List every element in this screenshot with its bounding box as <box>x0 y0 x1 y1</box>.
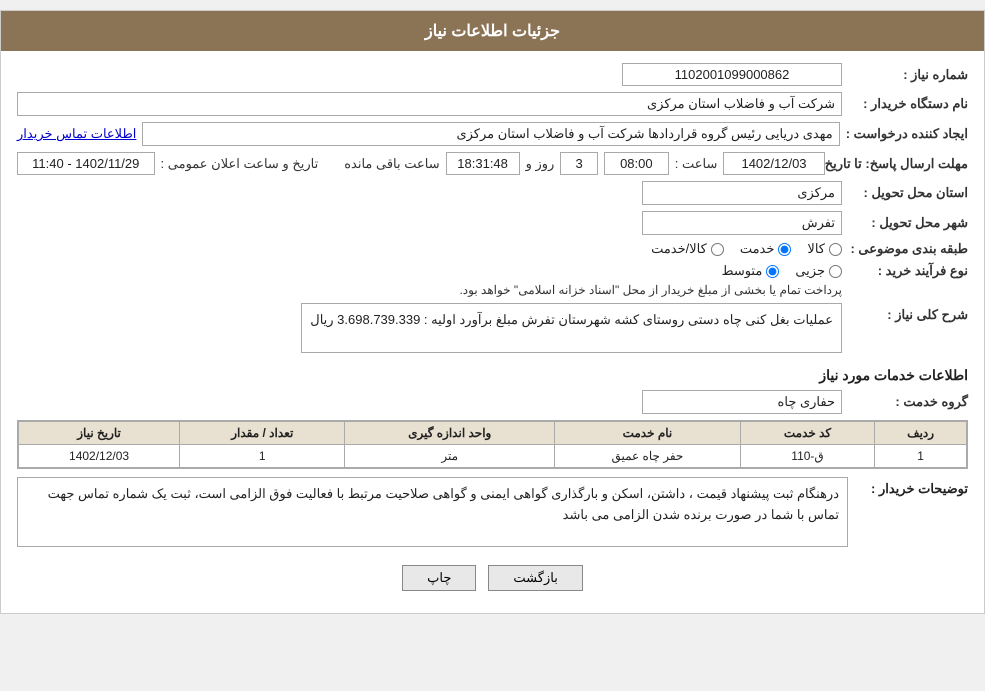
baghimande-label: ساعت باقی مانده <box>344 156 439 172</box>
cell-kod: ق-110 <box>740 445 874 468</box>
mohlat-label: مهلت ارسال پاسخ: تا تاریخ : <box>831 156 968 172</box>
page-wrapper: جزئیات اطلاعات نیاز شماره نیاز : 1102001… <box>0 10 985 614</box>
radio-jozei-label: جزیی <box>795 263 825 279</box>
col-vahed: واحد اندازه گیری <box>345 422 555 445</box>
ostan-label: استان محل تحویل : <box>848 185 968 201</box>
radio-kala-khadamat-input[interactable] <box>711 243 724 256</box>
cell-nam: حفر چاه عمیق <box>555 445 741 468</box>
farayand-note: پرداخت تمام یا بخشی از مبلغ خریدار از مح… <box>17 283 842 297</box>
table-row: 1 ق-110 حفر چاه عمیق متر 1 1402/12/03 <box>19 445 967 468</box>
row-noe-farayand: نوع فرآیند خرید : جزیی متوسط پرداخت تمام… <box>17 263 968 297</box>
row-ostan: استان محل تحویل : مرکزی <box>17 181 968 205</box>
row-eijadkonande: ایجاد کننده درخواست : مهدی دریایی رئیس گ… <box>17 122 968 146</box>
row-namdastgah: نام دستگاه خریدار : شرکت آب و فاضلاب است… <box>17 92 968 116</box>
radio-motevaset-label: متوسط <box>721 263 762 279</box>
tarikh-elan-field: 1402/11/29 - 11:40 <box>17 152 155 175</box>
col-kod: کد خدمت <box>740 422 874 445</box>
noe-farayand-label: نوع فرآیند خرید : <box>848 263 968 279</box>
services-table: ردیف کد خدمت نام خدمت واحد اندازه گیری ت… <box>18 421 967 468</box>
row-shomare-niaz: شماره نیاز : 1102001099000862 <box>17 63 968 86</box>
radio-motevaset-input[interactable] <box>766 265 779 278</box>
tarikh-elan-label: تاریخ و ساعت اعلان عمومی : <box>161 156 319 172</box>
row-sharh: شرح کلی نیاز : عملیات بغل کنی چاه دستی ر… <box>17 303 968 357</box>
ostan-field: مرکزی <box>642 181 842 205</box>
saat-label: ساعت : <box>675 156 718 172</box>
row-mohlat: مهلت ارسال پاسخ: تا تاریخ : 1402/12/03 س… <box>17 152 968 175</box>
tozihat-label: توضیحات خریدار : <box>848 477 968 497</box>
radio-kala-khadamat-label: کالا/خدمت <box>651 241 707 257</box>
roz-label: روز و <box>526 156 555 172</box>
table-header-row: ردیف کد خدمت نام خدمت واحد اندازه گیری ت… <box>19 422 967 445</box>
services-table-container: ردیف کد خدمت نام خدمت واحد اندازه گیری ت… <box>17 420 968 469</box>
baghimande-time-field: 18:31:48 <box>446 152 520 175</box>
sharh-field: عملیات بغل کنی چاه دستی روستای کشه شهرست… <box>301 303 842 353</box>
button-row: بازگشت چاپ <box>17 565 968 591</box>
goroh-label: گروه خدمت : <box>848 394 968 410</box>
col-tarikh: تاریخ نیاز <box>19 422 180 445</box>
col-radif: ردیف <box>875 422 967 445</box>
row-tozihat: توضیحات خریدار : درهنگام ثبت پیشنهاد قیم… <box>17 477 968 551</box>
radio-khadamat-input[interactable] <box>778 243 791 256</box>
cell-radif: 1 <box>875 445 967 468</box>
tozihat-field: درهنگام ثبت پیشنهاد قیمت ، داشتن، اسکن و… <box>17 477 848 547</box>
khadamat-section-title: اطلاعات خدمات مورد نیاز <box>17 367 968 384</box>
radio-kala-label: کالا <box>807 241 825 257</box>
row-tabaqe: طبقه بندی موضوعی : کالا خدمت کالا/خدمت <box>17 241 968 257</box>
goroh-field: حفاری چاه <box>642 390 842 414</box>
eijadkonande-label: ایجاد کننده درخواست : <box>846 126 968 142</box>
page-title: جزئیات اطلاعات نیاز <box>425 23 560 40</box>
shahr-field: تفرش <box>642 211 842 235</box>
radio-kala-input[interactable] <box>829 243 842 256</box>
col-nam: نام خدمت <box>555 422 741 445</box>
page-header: جزئیات اطلاعات نیاز <box>1 11 984 51</box>
roz-field: 3 <box>560 152 598 175</box>
row-goroh: گروه خدمت : حفاری چاه <box>17 390 968 414</box>
sharh-label: شرح کلی نیاز : <box>848 303 968 323</box>
namdastgah-label: نام دستگاه خریدار : <box>848 96 968 112</box>
content: شماره نیاز : 1102001099000862 نام دستگاه… <box>1 51 984 613</box>
shomare-niaz-field: 1102001099000862 <box>622 63 842 86</box>
tabaqe-radio-group: کالا خدمت کالا/خدمت <box>651 241 842 257</box>
radio-kala-khadamat: کالا/خدمت <box>651 241 724 257</box>
namdastgah-field: شرکت آب و فاضلاب استان مرکزی <box>17 92 842 116</box>
radio-khadamat: خدمت <box>740 241 792 257</box>
row-shahr: شهر محل تحویل : تفرش <box>17 211 968 235</box>
print-button[interactable]: چاپ <box>402 565 476 591</box>
back-button[interactable]: بازگشت <box>488 565 582 591</box>
radio-kala: کالا <box>807 241 842 257</box>
saat-field: 08:00 <box>604 152 669 175</box>
cell-tarikh: 1402/12/03 <box>19 445 180 468</box>
radio-motevaset: متوسط <box>721 263 779 279</box>
tamas-link[interactable]: اطلاعات تماس خریدار <box>17 126 136 142</box>
shomare-niaz-label: شماره نیاز : <box>848 67 968 83</box>
col-tedad: تعداد / مقدار <box>180 422 345 445</box>
radio-khadamat-label: خدمت <box>740 241 775 257</box>
radio-jozei-input[interactable] <box>829 265 842 278</box>
tarikh-field: 1402/12/03 <box>723 152 824 175</box>
farayand-radio-group: جزیی متوسط <box>17 263 842 279</box>
radio-jozei: جزیی <box>795 263 842 279</box>
shahr-label: شهر محل تحویل : <box>848 215 968 231</box>
cell-tedad: 1 <box>180 445 345 468</box>
eijadkonande-field: مهدی دریایی رئیس گروه قراردادها شرکت آب … <box>142 122 839 146</box>
cell-vahed: متر <box>345 445 555 468</box>
tabaqe-label: طبقه بندی موضوعی : <box>848 241 968 257</box>
